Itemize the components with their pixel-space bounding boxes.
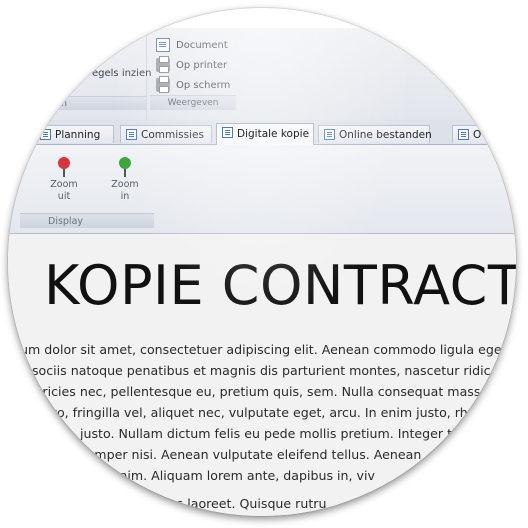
tab-planning[interactable]: Planning [34,125,114,143]
print-label: Op printer [176,59,228,71]
document-button[interactable]: Document [156,36,228,54]
document-line: ultricies nec, pellentesque eu, pretium … [26,384,489,399]
document-line: rius laoreet. Quisque rutru [160,496,327,511]
document-line: semper nisi. Aenean vulputate eleifend t… [80,447,422,462]
zoom-out-icon [58,157,70,177]
tab-commissies[interactable]: Commissies [120,125,212,143]
zoom-out-label-1: Zoom [50,179,78,190]
document-line: um dolor sit amet, consectetuer adipisci… [20,342,507,357]
tab-overflow-label: O [473,129,482,141]
tab-digitale-kopie-label: Digitale kopie [237,128,310,140]
printer-icon [156,56,170,73]
group-footer-weergeven: Weergeven [150,95,236,110]
tab-planning-icon [40,129,51,140]
group-footer-left: gen [30,96,146,110]
zoom-out-label-2: uit [57,191,71,202]
tab-commissies-label: Commissies [141,129,204,141]
ribbon-group-weergeven: Document Op printer Op scherm Weergeven [150,28,236,120]
tab-digitale-kopie-icon [222,127,233,138]
zoom-in-button[interactable]: Zoom in [105,155,145,203]
document-icon [156,38,170,52]
tab-overflow-icon [458,129,469,140]
tab-online-bestanden-icon [324,129,335,140]
tab-digitale-kopie[interactable]: Digitale kopie [216,123,314,145]
document-line: to, fringilla vel, aliquet nec, vulputat… [52,405,468,420]
tab-commissies-icon [126,129,137,140]
tab-overflow[interactable]: O [452,125,512,143]
rules-view-command[interactable]: egels inzien [92,68,151,79]
print-button[interactable]: Op printer [156,56,227,74]
ribbon-group-left: egels inzien gen [8,28,151,120]
screen-label: Op scherm [176,79,231,91]
document-line: n sociis natoque penatibus et magnis dis… [20,363,491,378]
document-line: Lac, enim. Aliquam lorem ante, dapibus i… [82,468,375,483]
ribbon-top: egels inzien gen Document Op printer Op … [8,28,516,121]
document-line: justo. Nullam dictum felis eu pede molli… [80,426,456,441]
tab-online-bestanden[interactable]: Online bestanden [318,125,432,143]
document-title: KOPIE CONTRACT [44,254,516,317]
tab-planning-label: Planning [55,129,101,141]
screen-printer-icon [156,76,170,93]
tab-bar: Planning Commissies Digitale kopie Onlin… [8,120,516,145]
display-ribbon: Zoom uit Zoom in Display [8,145,516,234]
zoom-in-label-1: Zoom [111,179,139,190]
document-viewer[interactable]: KOPIE CONTRACT um dolor sit amet, consec… [8,234,516,516]
zoom-in-icon [119,157,131,177]
screen-button[interactable]: Op scherm [156,76,230,94]
zoom-out-button[interactable]: Zoom uit [44,155,84,203]
tab-online-bestanden-label: Online bestanden [339,129,432,141]
magnifier-lens: egels inzien gen Document Op printer Op … [8,8,516,516]
display-group-footer: Display [20,213,154,228]
zoom-in-label-2: in [120,191,130,202]
document-label: Document [176,39,228,51]
